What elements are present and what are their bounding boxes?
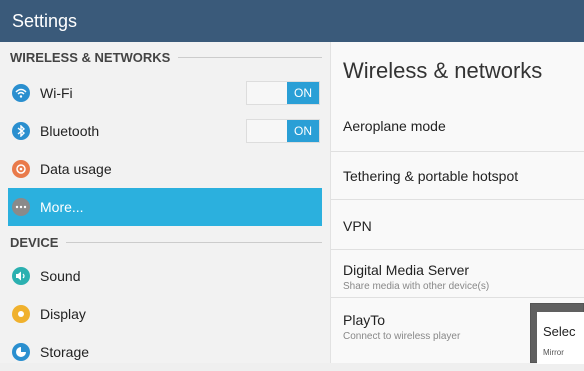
display-icon — [12, 305, 30, 323]
sidebar-item-wifi[interactable]: Wi-Fi ON — [0, 74, 322, 112]
sound-icon — [12, 267, 30, 285]
sidebar-item-bluetooth[interactable]: Bluetooth ON — [0, 112, 322, 150]
sidebar-item-sound[interactable]: Sound — [0, 257, 322, 295]
sidebar-item-storage[interactable]: Storage — [0, 333, 322, 371]
setting-aeroplane-mode[interactable]: Aeroplane mode — [331, 102, 584, 152]
sidebar-item-label: More... — [40, 199, 84, 215]
select-device-dialog[interactable]: Selec Mirror — [530, 303, 584, 364]
bluetooth-icon — [12, 122, 30, 140]
setting-digital-media-server[interactable]: Digital Media Server Share media with ot… — [331, 250, 584, 298]
section-header-wireless: WIRELESS & NETWORKS — [0, 44, 330, 70]
more-icon — [12, 198, 30, 216]
sidebar-item-label: Sound — [40, 268, 81, 284]
dialog-option-mirror[interactable]: Mirror — [543, 348, 564, 357]
sidebar-item-label: Storage — [40, 344, 90, 360]
setting-tethering-hotspot[interactable]: Tethering & portable hotspot — [331, 152, 584, 200]
sidebar-item-label: Wi-Fi — [40, 85, 73, 101]
sidebar-item-label: Data usage — [40, 161, 112, 177]
panel-title: Wireless & networks — [343, 58, 543, 83]
bluetooth-toggle[interactable]: ON — [246, 119, 320, 143]
sidebar-item-data-usage[interactable]: Data usage — [0, 150, 322, 188]
dialog-title: Selec — [543, 324, 576, 339]
storage-icon — [12, 343, 30, 361]
sidebar-item-more[interactable]: More... — [8, 188, 322, 226]
section-header-device: DEVICE — [0, 229, 330, 255]
sidebar-item-display[interactable]: Display — [0, 295, 322, 333]
sidebar-item-label: Display — [40, 306, 86, 322]
sidebar-item-label: Bluetooth — [40, 123, 100, 139]
page-title: Settings — [12, 11, 78, 31]
data-usage-icon — [12, 160, 30, 178]
settings-sidebar: WIRELESS & NETWORKS Wi-Fi ON Bluetooth O… — [0, 42, 330, 363]
settings-title-bar: Settings — [0, 0, 584, 42]
wifi-icon — [12, 84, 30, 102]
wifi-toggle[interactable]: ON — [246, 81, 320, 105]
setting-vpn[interactable]: VPN — [331, 200, 584, 250]
